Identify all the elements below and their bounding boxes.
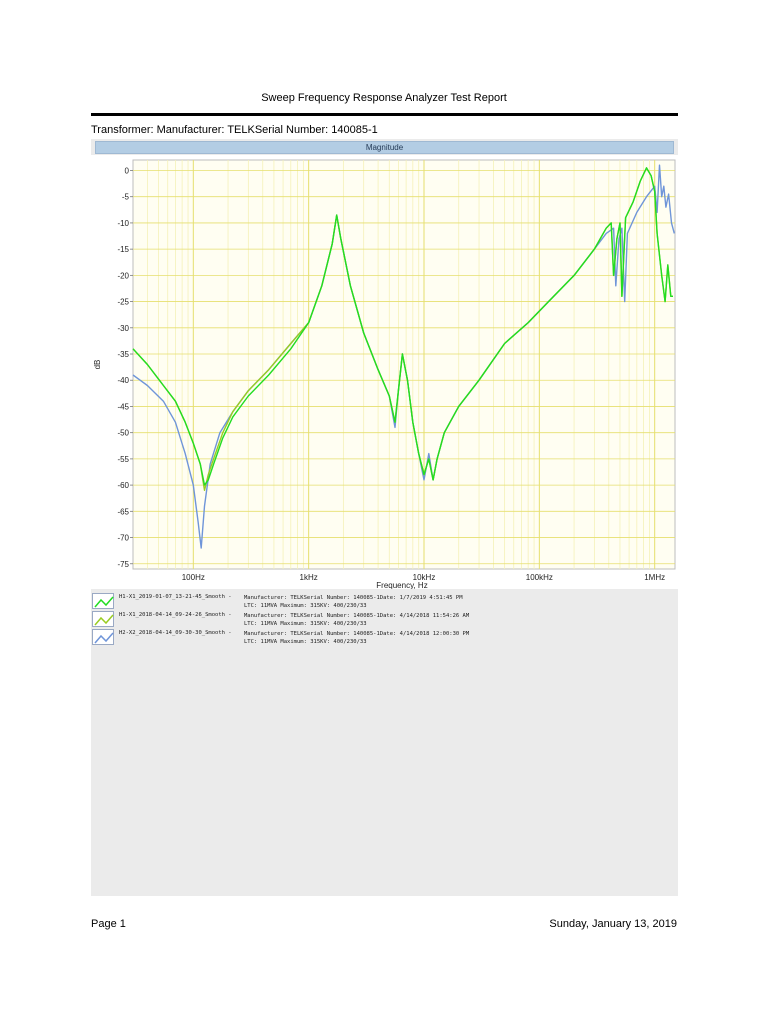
legend-series-name: H1-X1_2018-04-14_09-24-26_Smooth - (119, 612, 232, 618)
x-axis-label: Frequency, Hz (376, 581, 427, 589)
y-tick-label: -20 (117, 271, 129, 280)
legend-entry-2[interactable]: H1-X1_2018-04-14_09-24-26_Smooth - Manuf… (91, 611, 491, 629)
chart-title: Magnitude (95, 141, 674, 154)
x-tick-label: 1kHz (300, 573, 318, 582)
page-number: Page 1 (91, 918, 126, 930)
y-tick-label: -50 (117, 429, 129, 438)
legend-desc-line-1: Manufacturer: TELKSerial Number: 140085-… (244, 613, 470, 619)
y-tick-label: -70 (117, 534, 129, 543)
y-tick-label: -25 (117, 298, 129, 307)
legend-entry-1[interactable]: H1-X1_2019-01-07_13-21-45_Smooth - Manuf… (91, 593, 491, 611)
x-tick-label: 100kHz (526, 573, 553, 582)
legend-swatch-2 (92, 611, 114, 627)
legend-series-name: H1-X1_2019-01-07_13-21-45_Smooth - (119, 594, 232, 600)
y-axis-label: dB (93, 360, 102, 370)
legend-swatch-1 (92, 593, 114, 609)
y-tick-label: 0 (125, 166, 130, 175)
legend-series-desc: Manufacturer: TELKSerial Number: 140085-… (244, 612, 469, 628)
y-tick-label: -30 (117, 324, 129, 333)
y-tick-label: -40 (117, 376, 129, 385)
chart-panel: Magnitude 0 -5 -10 -15 -20 -25 -30 -35 -40 -45 -50… (91, 139, 678, 896)
transformer-info: Transformer: Manufacturer: TELKSerial Nu… (91, 124, 378, 136)
report-date: Sunday, January 13, 2019 (549, 918, 677, 930)
title-divider (91, 113, 678, 116)
legend-entry-3[interactable]: H2-X2_2018-04-14_09-30-30_Smooth - Manuf… (91, 629, 491, 647)
report-title: Sweep Frequency Response Analyzer Test R… (261, 92, 507, 104)
magnitude-chart: 0 -5 -10 -15 -20 -25 -30 -35 -40 -45 -50 -55 -60 -65 -… (93, 159, 676, 589)
legend-desc-line-2: LTC: 11MVA Maximum: 315KV: 400/230/33 (244, 621, 367, 627)
x-tick-label: 1MHz (644, 573, 665, 582)
legend-desc-line-2: LTC: 11MVA Maximum: 315KV: 400/230/33 (244, 603, 367, 609)
x-tick-label: 100Hz (182, 573, 205, 582)
legend-swatch-line (94, 632, 114, 644)
y-tick-label: -45 (117, 402, 129, 411)
legend-desc-line-1: Manufacturer: TELKSerial Number: 140085-… (244, 595, 463, 601)
y-tick-label: -5 (122, 193, 130, 202)
y-tick-label: -75 (117, 560, 129, 569)
legend-swatch-line (94, 596, 114, 608)
legend-desc-line-1: Manufacturer: TELKSerial Number: 140085-… (244, 631, 470, 637)
legend-desc-line-2: LTC: 11MVA Maximum: 315KV: 400/230/33 (244, 639, 367, 645)
y-tick-label: -55 (117, 455, 129, 464)
chart-area: 0 -5 -10 -15 -20 -25 -30 -35 -40 -45 -50 -55 -60 -65 -… (91, 155, 678, 589)
y-tick-label: -10 (117, 219, 129, 228)
legend-series-desc: Manufacturer: TELKSerial Number: 140085-… (244, 630, 469, 646)
legend-swatch-3 (92, 629, 114, 645)
y-tick-label: -60 (117, 481, 129, 490)
y-tick-label: -65 (117, 507, 129, 516)
legend-series-desc: Manufacturer: TELKSerial Number: 140085-… (244, 594, 463, 610)
legend-series-name: H2-X2_2018-04-14_09-30-30_Smooth - (119, 630, 232, 636)
legend-swatch-line (94, 614, 114, 626)
y-tick-label: -15 (117, 245, 129, 254)
y-tick-label: -35 (117, 350, 129, 359)
